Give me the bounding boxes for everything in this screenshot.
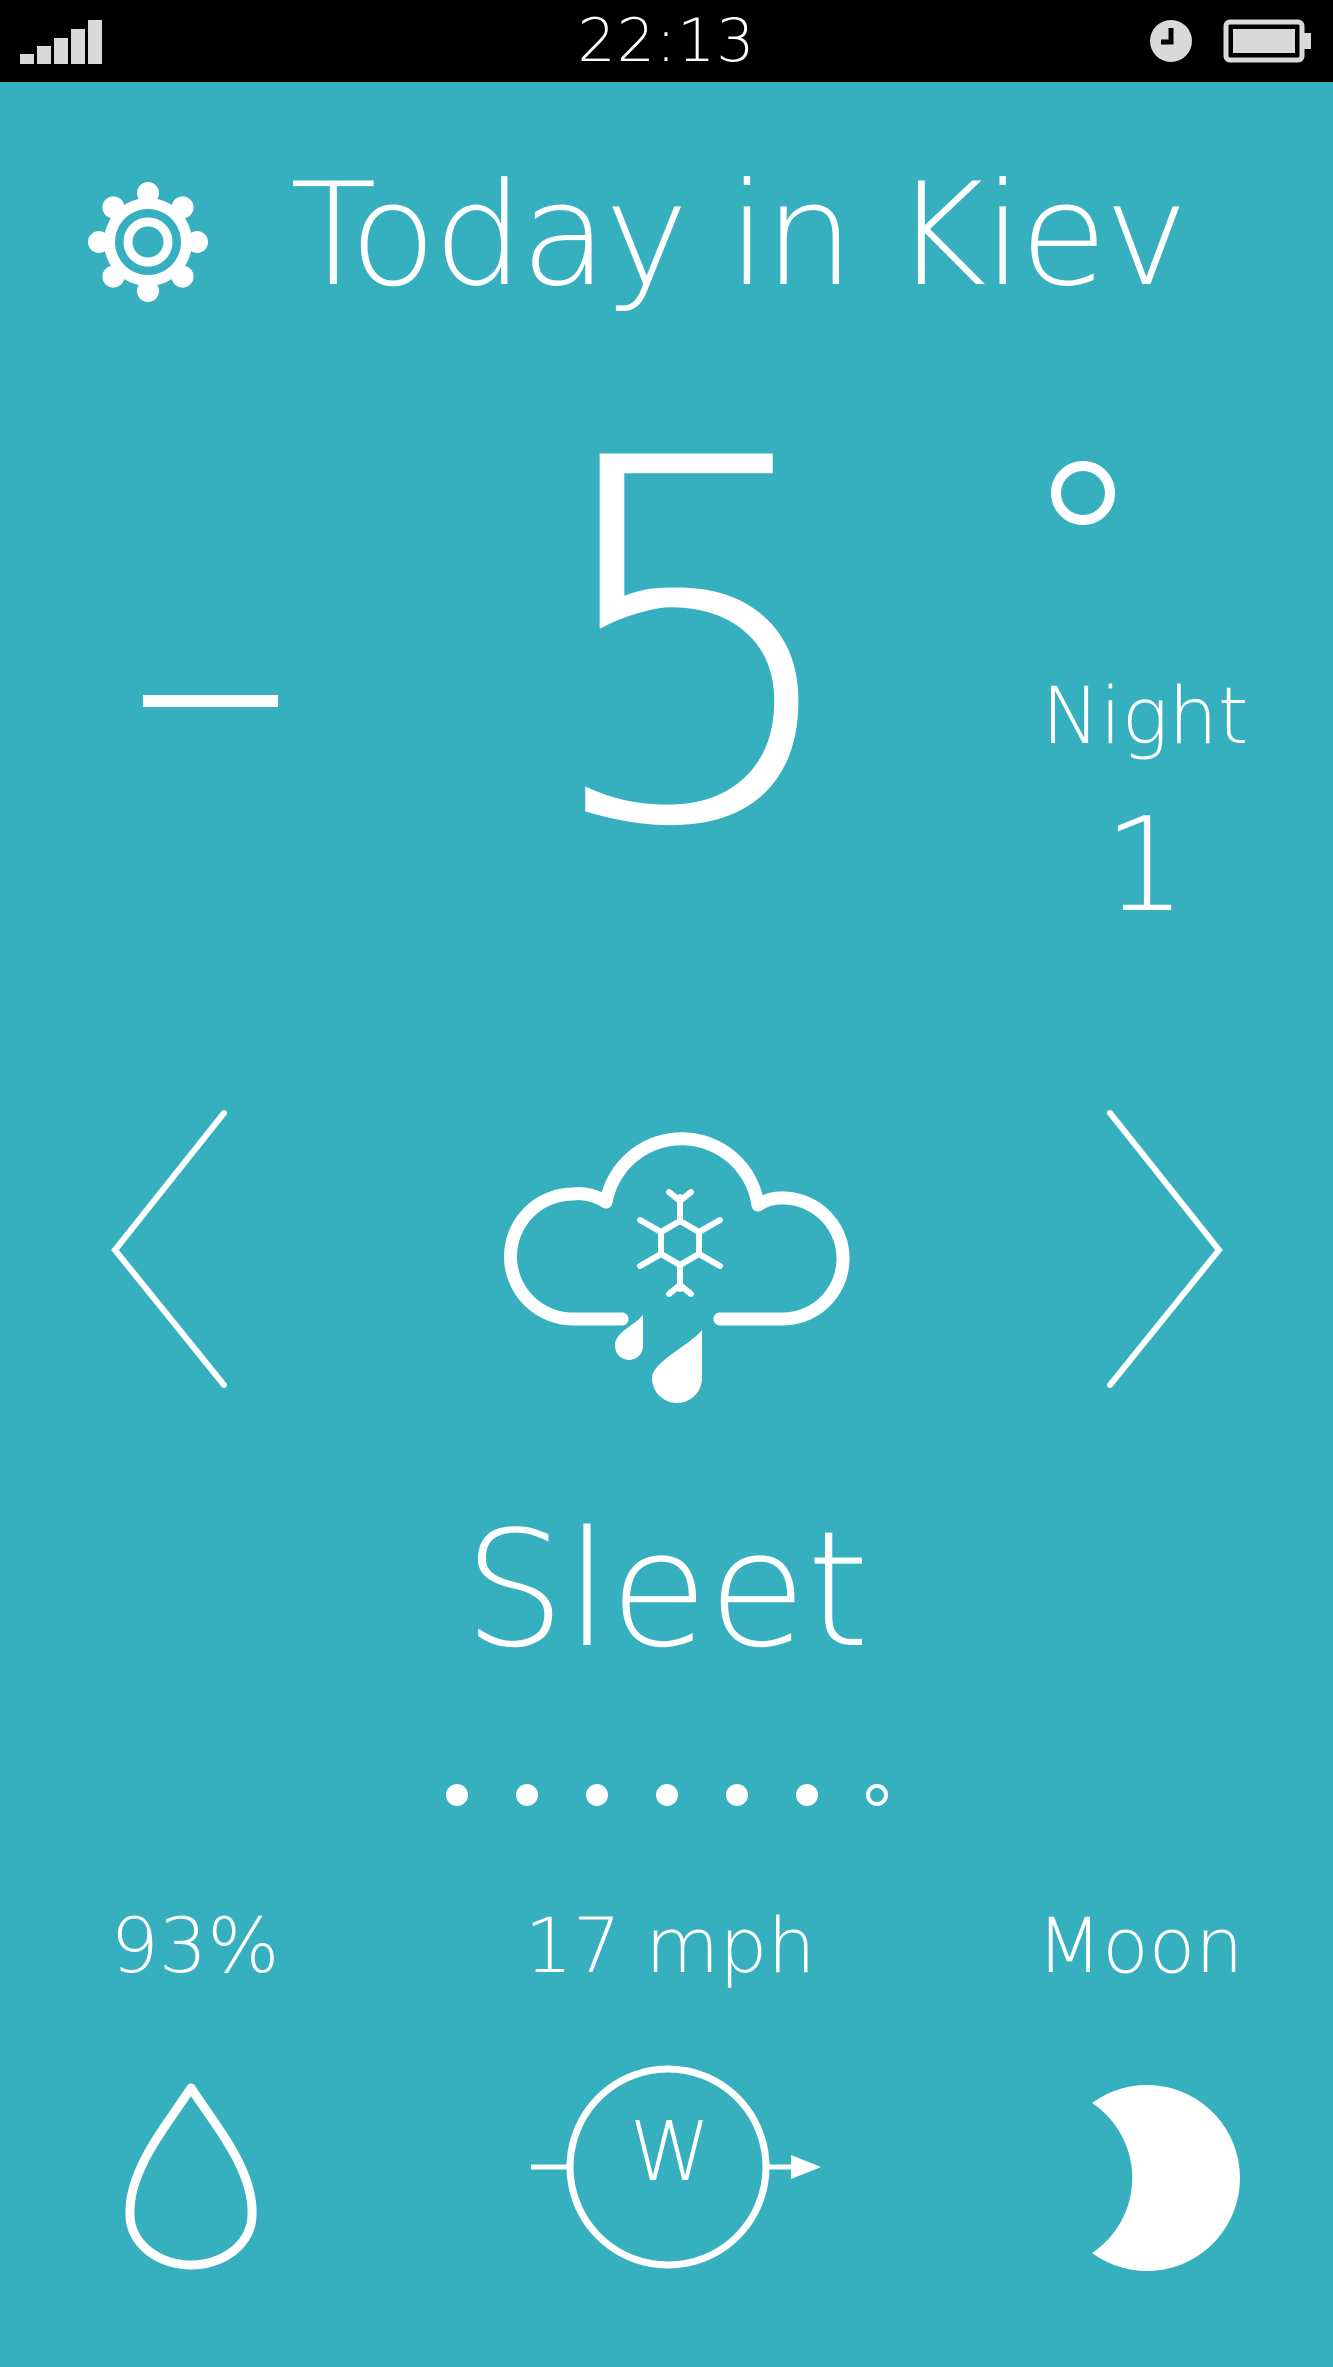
page-dot[interactable]: [585, 1784, 608, 1806]
wind-speed-value: 17 mph: [524, 1901, 816, 1990]
battery-icon: [1223, 19, 1311, 63]
gear-icon[interactable]: [88, 182, 208, 302]
page-dot[interactable]: [655, 1784, 678, 1806]
page-dot[interactable]: [445, 1784, 468, 1806]
degree-symbol: [1051, 461, 1115, 525]
status-bar: 22:13: [0, 0, 1333, 82]
page-indicator: [0, 1784, 1333, 1814]
temperature-value: 5: [535, 354, 855, 936]
chevron-right-icon[interactable]: [1100, 1105, 1230, 1405]
moon-phase-icon: [1092, 2085, 1240, 2271]
page-dot[interactable]: [515, 1784, 538, 1806]
page-title: Today in Kiev: [290, 153, 1188, 318]
page-dot-current[interactable]: [865, 1784, 888, 1806]
sleet-cloud-icon: [504, 1132, 850, 1403]
page-dot[interactable]: [795, 1784, 818, 1806]
water-drop-icon: [125, 2083, 257, 2270]
humidity-value: 93%: [110, 1901, 280, 1990]
night-temperature-value: 1: [1103, 789, 1187, 941]
minus-sign: [143, 695, 278, 707]
status-time: 22:13: [577, 6, 756, 76]
moon-label: Moon: [1036, 1901, 1244, 1990]
page-dot[interactable]: [725, 1784, 748, 1806]
night-label: Night: [1041, 672, 1249, 762]
alarm-clock-icon: [1150, 20, 1192, 62]
wind-direction: W: [629, 2105, 711, 2200]
condition-label: Sleet: [463, 1496, 870, 1683]
chevron-left-icon[interactable]: [105, 1105, 235, 1405]
